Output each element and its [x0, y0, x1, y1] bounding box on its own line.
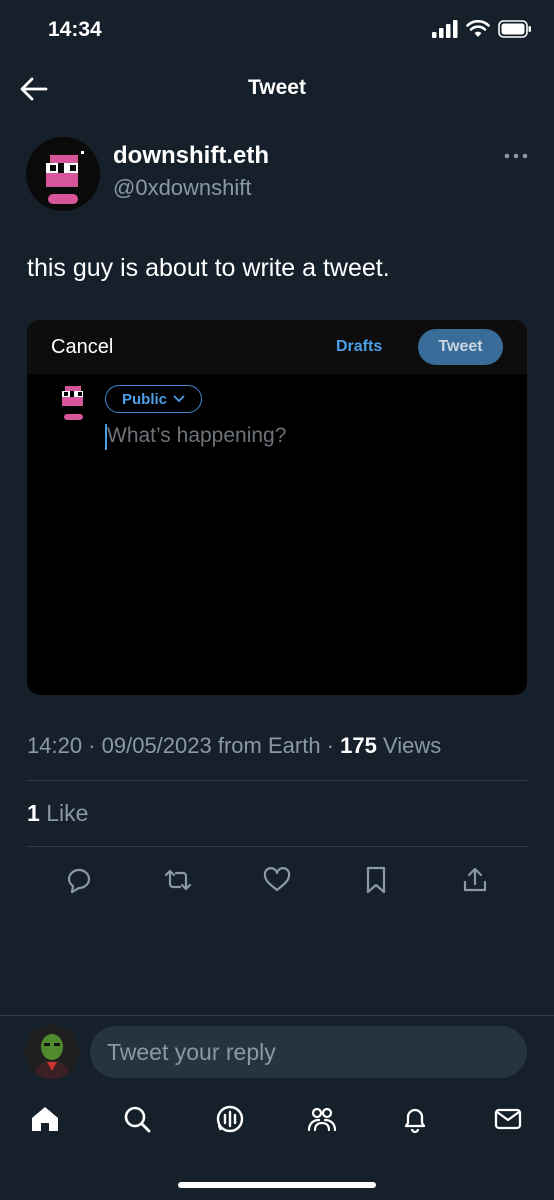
more-options-icon[interactable]: [502, 148, 530, 164]
author-handle[interactable]: @0xdownshift: [113, 175, 252, 201]
home-icon[interactable]: [29, 1103, 61, 1135]
tweet-time: 14:20: [27, 733, 83, 758]
reply-icon[interactable]: [63, 864, 95, 896]
tweet-media-image[interactable]: Cancel Drafts Tweet Public What’s happen…: [27, 320, 527, 695]
share-icon[interactable]: [459, 864, 491, 896]
audience-label: Public: [122, 390, 168, 408]
home-indicator: [178, 1182, 376, 1188]
battery-icon: [498, 20, 531, 38]
divider: [27, 780, 527, 781]
author-name[interactable]: downshift.eth: [113, 142, 269, 170]
compose-avatar-icon: [62, 386, 83, 420]
views-label: Views: [382, 733, 442, 758]
signal-icon: [432, 20, 458, 38]
user-avatar-image: [25, 1025, 79, 1079]
notifications-icon[interactable]: [399, 1103, 431, 1135]
audience-selector: Public: [105, 385, 203, 413]
search-icon[interactable]: [121, 1103, 153, 1135]
views-count: 175: [340, 733, 377, 758]
compose-cancel-label: Cancel: [51, 336, 114, 358]
chevron-down-icon: [173, 395, 185, 403]
spaces-icon[interactable]: [214, 1103, 246, 1135]
tweet-meta: 14:20 · 09/05/2023 from Earth · 175 View…: [27, 733, 442, 758]
bookmark-icon[interactable]: [360, 864, 392, 896]
like-icon[interactable]: [261, 864, 293, 896]
user-avatar[interactable]: [25, 1025, 79, 1079]
retweet-icon[interactable]: [162, 864, 194, 896]
status-time: 14:34: [48, 18, 102, 41]
reply-input[interactable]: [90, 1026, 527, 1078]
tweet-date: 09/05/2023: [101, 733, 212, 758]
compose-tweet-button: Tweet: [418, 329, 503, 365]
messages-icon[interactable]: [492, 1103, 524, 1135]
status-icons: [432, 20, 532, 38]
page-title: Tweet: [248, 76, 306, 99]
tweet-text: this guy is about to write a tweet.: [27, 254, 390, 282]
compose-placeholder: What’s happening?: [107, 424, 287, 447]
likes-count: 1: [27, 800, 40, 826]
likes-label: Like: [46, 800, 89, 826]
communities-icon[interactable]: [306, 1103, 338, 1135]
likes-link[interactable]: 1 Like: [27, 800, 88, 827]
tweet-source: from Earth: [217, 733, 321, 758]
wifi-icon: [466, 20, 490, 37]
robot-avatar-icon: [26, 137, 100, 211]
author-avatar[interactable]: [26, 137, 100, 211]
divider: [0, 1015, 554, 1016]
divider: [27, 846, 527, 847]
compose-drafts-label: Drafts: [336, 338, 383, 355]
